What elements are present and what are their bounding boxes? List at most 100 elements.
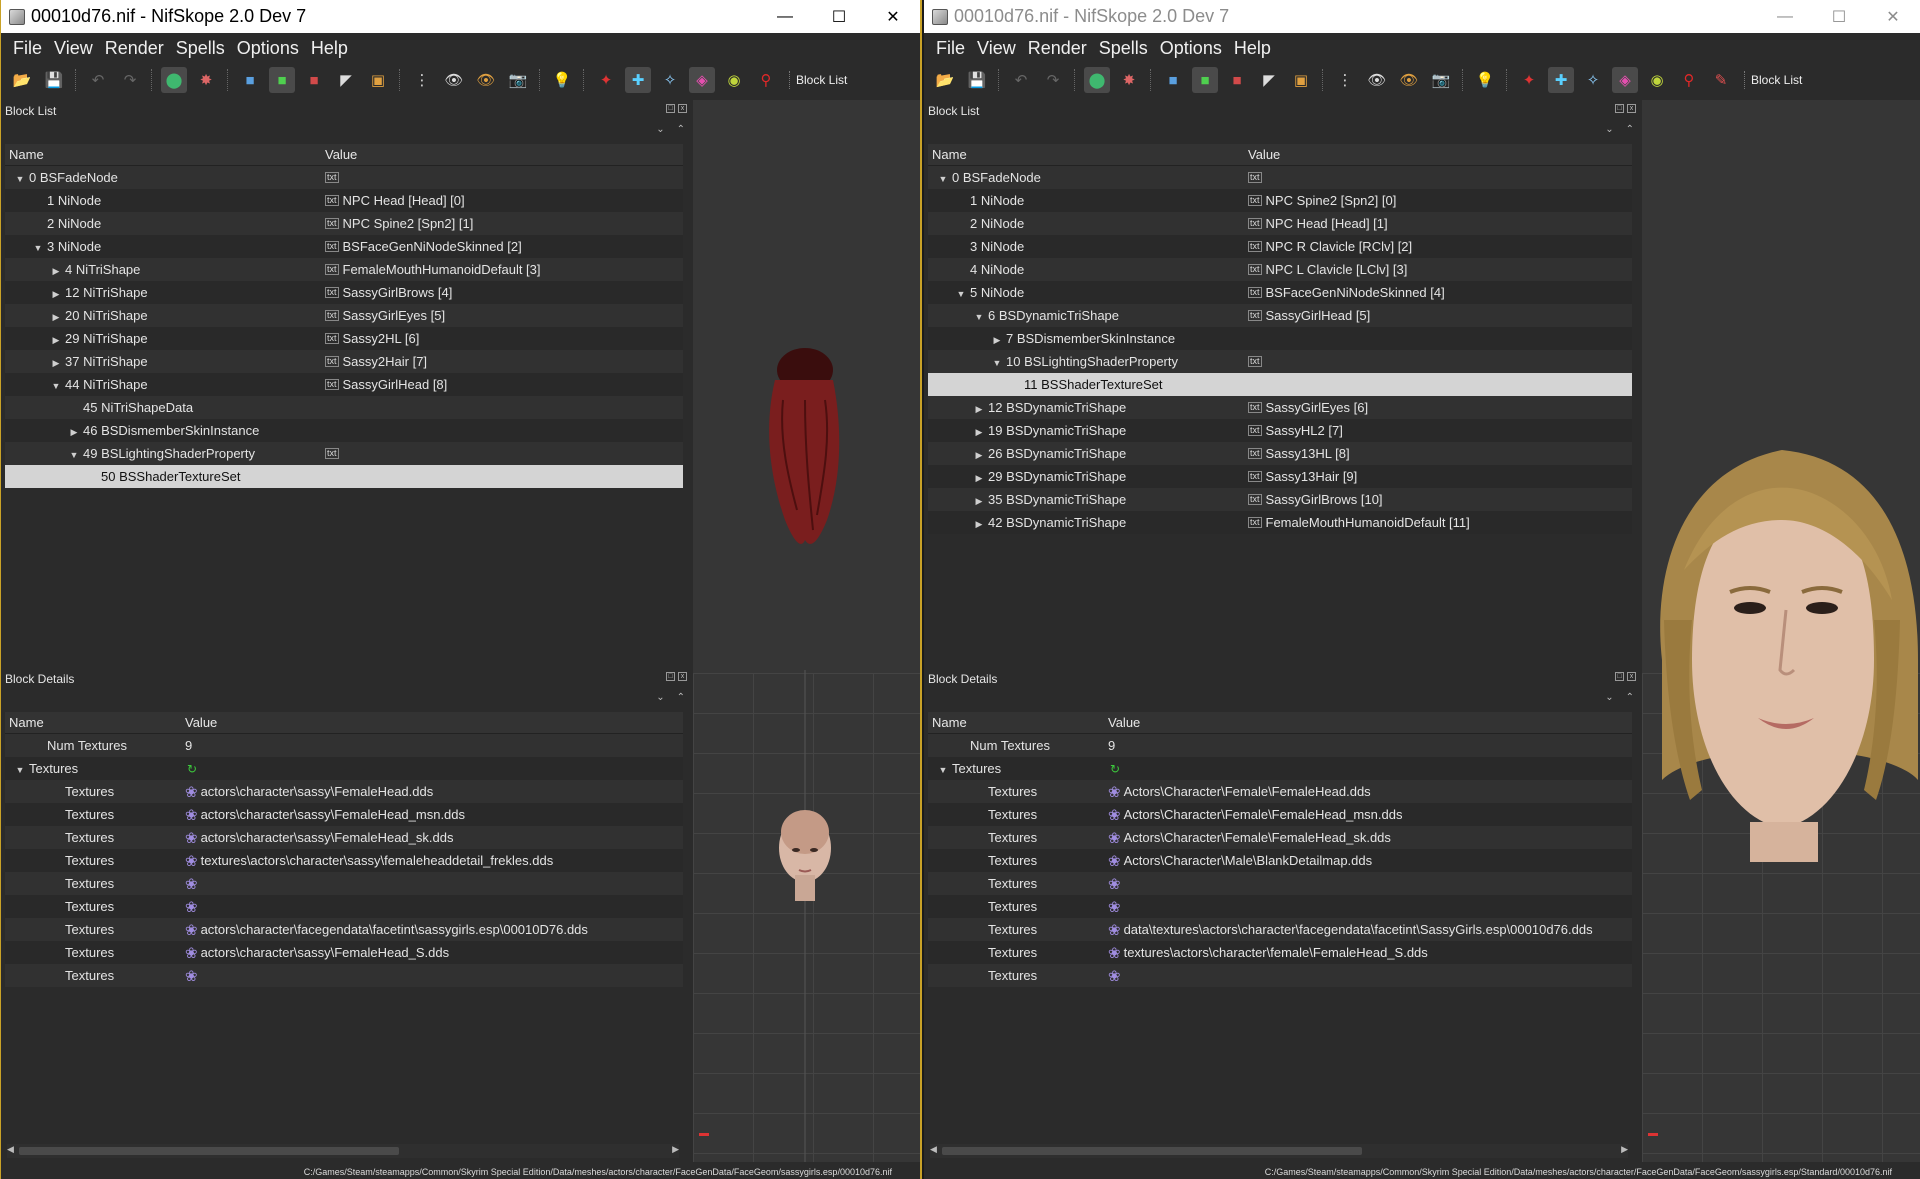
axes-icon[interactable]: ✚ bbox=[625, 67, 651, 93]
header-value[interactable]: Value bbox=[325, 147, 357, 162]
tree-row[interactable]: Textures ❀ bbox=[928, 895, 1632, 918]
block-list-toggle-button[interactable]: Block List bbox=[1744, 71, 1808, 89]
walk-icon[interactable]: ⋮ bbox=[1332, 67, 1358, 93]
tree-row[interactable]: 45 NiTriShapeData bbox=[5, 396, 683, 419]
wireframe-icon[interactable]: ◈ bbox=[689, 67, 715, 93]
tree-row[interactable]: Textures ❀ actors\character\sassy\FemaleHe… bbox=[5, 941, 683, 964]
texture-gear-icon[interactable]: ❀ bbox=[185, 829, 198, 847]
open-icon[interactable]: 📂 bbox=[932, 67, 958, 93]
header-name[interactable]: Name bbox=[5, 147, 325, 162]
walk-icon[interactable]: ⋮ bbox=[409, 67, 435, 93]
tree-row[interactable]: 11 BSShaderTextureSet bbox=[928, 373, 1632, 396]
tree-row[interactable]: ▼ Textures ↻ bbox=[928, 757, 1632, 780]
texture-gear-icon[interactable]: ❀ bbox=[185, 852, 198, 870]
tree-row[interactable]: 1 NiNode txt NPC Spine2 [Spn2] [0] bbox=[928, 189, 1632, 212]
maximize-button[interactable]: ☐ bbox=[1812, 0, 1866, 33]
tree-row[interactable]: Textures ❀ bbox=[5, 964, 683, 987]
tree-row[interactable]: ▼ 0 BSFadeNode txt bbox=[928, 166, 1632, 189]
expand-arrow-icon[interactable]: ▶ bbox=[970, 450, 988, 461]
chevron-down-icon[interactable]: ⌄ bbox=[1605, 124, 1613, 135]
texture-gear-icon[interactable]: ❀ bbox=[185, 806, 198, 824]
horizontal-scrollbar[interactable]: ◀ ▶ bbox=[7, 1144, 679, 1158]
eraser-icon[interactable]: ✎ bbox=[1708, 67, 1734, 93]
header-value[interactable]: Value bbox=[185, 715, 217, 730]
textures-icon[interactable]: ◉ bbox=[721, 67, 747, 93]
expand-arrow-icon[interactable]: ▶ bbox=[47, 358, 65, 369]
render-viewport[interactable] bbox=[1642, 100, 1920, 1162]
collapse-arrow-icon[interactable]: ▼ bbox=[934, 765, 952, 775]
menu-options[interactable]: Options bbox=[231, 38, 305, 59]
scroll-right-icon[interactable]: ▶ bbox=[672, 1144, 679, 1155]
close-panel-icon[interactable]: x bbox=[1627, 672, 1636, 681]
menu-options[interactable]: Options bbox=[1154, 38, 1228, 59]
collapse-arrow-icon[interactable]: ▼ bbox=[11, 174, 29, 184]
tree-row[interactable]: ▶ 46 BSDismemberSkinInstance bbox=[5, 419, 683, 442]
menu-render[interactable]: Render bbox=[1022, 38, 1093, 59]
expand-arrow-icon[interactable]: ▶ bbox=[47, 312, 65, 323]
close-button[interactable]: ✕ bbox=[1866, 0, 1920, 33]
tree-row[interactable]: ▶ 37 NiTriShape txt Sassy2Hair [7] bbox=[5, 350, 683, 373]
close-panel-icon[interactable]: x bbox=[678, 672, 687, 681]
minimize-button[interactable]: — bbox=[1758, 0, 1812, 33]
texture-gear-icon[interactable]: ❀ bbox=[1108, 967, 1121, 985]
tree-row[interactable]: Num Textures 9 bbox=[928, 734, 1632, 757]
view-front-icon[interactable]: ■ bbox=[237, 67, 263, 93]
title-bar[interactable]: 00010d76.nif - NifSkope 2.0 Dev 7 — ☐ ✕ bbox=[1, 0, 920, 33]
chevron-down-icon[interactable]: ⌄ bbox=[656, 124, 664, 135]
collapse-arrow-icon[interactable]: ▼ bbox=[65, 450, 83, 460]
header-name[interactable]: Name bbox=[928, 715, 1108, 730]
tree-row[interactable]: ▼ 10 BSLightingShaderProperty txt bbox=[928, 350, 1632, 373]
show-hidden-icon[interactable]: 👁 bbox=[1364, 67, 1390, 93]
expand-arrow-icon[interactable]: ▶ bbox=[970, 427, 988, 438]
texture-gear-icon[interactable]: ❀ bbox=[1108, 806, 1121, 824]
collapse-arrow-icon[interactable]: ▼ bbox=[11, 765, 29, 775]
texture-gear-icon[interactable]: ❀ bbox=[1108, 944, 1121, 962]
tree-row[interactable]: Textures ❀ textures\actors\character\femal… bbox=[928, 941, 1632, 964]
tree-row[interactable]: Textures ❀ Actors\Character\Female\FemaleH… bbox=[928, 780, 1632, 803]
float-icon[interactable]: □ bbox=[1615, 104, 1624, 113]
view-user-icon[interactable]: ▣ bbox=[1288, 67, 1314, 93]
wireframe-icon[interactable]: ◈ bbox=[1612, 67, 1638, 93]
undo-icon[interactable]: ↶ bbox=[1008, 67, 1034, 93]
texture-gear-icon[interactable]: ❀ bbox=[185, 875, 198, 893]
header-value[interactable]: Value bbox=[1248, 147, 1280, 162]
view-top-icon[interactable]: ■ bbox=[269, 67, 295, 93]
texture-gear-icon[interactable]: ❀ bbox=[1108, 898, 1121, 916]
textures-icon[interactable]: ◉ bbox=[1644, 67, 1670, 93]
tree-row[interactable]: Textures ❀ bbox=[928, 964, 1632, 987]
texture-gear-icon[interactable]: ❀ bbox=[1108, 852, 1121, 870]
tree-row[interactable]: Textures ❀ data\textures\actors\character\… bbox=[928, 918, 1632, 941]
expand-arrow-icon[interactable]: ▶ bbox=[970, 519, 988, 530]
texture-gear-icon[interactable]: ❀ bbox=[1108, 921, 1121, 939]
close-button[interactable]: ✕ bbox=[866, 0, 920, 33]
scroll-left-icon[interactable]: ◀ bbox=[7, 1144, 14, 1155]
title-bar[interactable]: 00010d76.nif - NifSkope 2.0 Dev 7 — ☐ ✕ bbox=[924, 0, 1920, 33]
view-user-icon[interactable]: ▣ bbox=[365, 67, 391, 93]
tree-row[interactable]: ▼ 5 NiNode txt BSFaceGenNiNodeSkinned [4] bbox=[928, 281, 1632, 304]
texture-gear-icon[interactable]: ❀ bbox=[1108, 829, 1121, 847]
scroll-left-icon[interactable]: ◀ bbox=[930, 1144, 937, 1155]
close-panel-icon[interactable]: x bbox=[678, 104, 687, 113]
axes-icon[interactable]: ✚ bbox=[1548, 67, 1574, 93]
select-object-icon[interactable]: ⬤ bbox=[161, 67, 187, 93]
texture-gear-icon[interactable]: ❀ bbox=[1108, 875, 1121, 893]
minimize-button[interactable]: — bbox=[758, 0, 812, 33]
show-nodes-icon[interactable]: 👁 bbox=[1396, 67, 1422, 93]
tree-row[interactable]: ▶ 42 BSDynamicTriShape txt FemaleMouthHuman… bbox=[928, 511, 1632, 534]
refresh-icon[interactable]: ↻ bbox=[1110, 762, 1120, 776]
tree-row[interactable]: ▼ 44 NiTriShape txt SassyGirlHead [8] bbox=[5, 373, 683, 396]
scrollbar-thumb[interactable] bbox=[942, 1147, 1362, 1155]
maximize-button[interactable]: ☐ bbox=[812, 0, 866, 33]
show-hidden-icon[interactable]: 👁 bbox=[441, 67, 467, 93]
open-icon[interactable]: 📂 bbox=[9, 67, 35, 93]
view-side-icon[interactable]: ■ bbox=[301, 67, 327, 93]
tree-row[interactable]: ▶ 12 BSDynamicTriShape txt SassyGirlEyes [6… bbox=[928, 396, 1632, 419]
chevron-down-icon[interactable]: ⌄ bbox=[656, 692, 664, 703]
texture-gear-icon[interactable]: ❀ bbox=[185, 967, 198, 985]
connections-icon[interactable]: ✧ bbox=[657, 67, 683, 93]
location-icon[interactable]: ⚲ bbox=[1676, 67, 1702, 93]
tree-row[interactable]: ▼ 49 BSLightingShaderProperty txt bbox=[5, 442, 683, 465]
expand-arrow-icon[interactable]: ▶ bbox=[65, 427, 83, 438]
tree-row[interactable]: ▶ 12 NiTriShape txt SassyGirlBrows [4] bbox=[5, 281, 683, 304]
redo-icon[interactable]: ↷ bbox=[1040, 67, 1066, 93]
